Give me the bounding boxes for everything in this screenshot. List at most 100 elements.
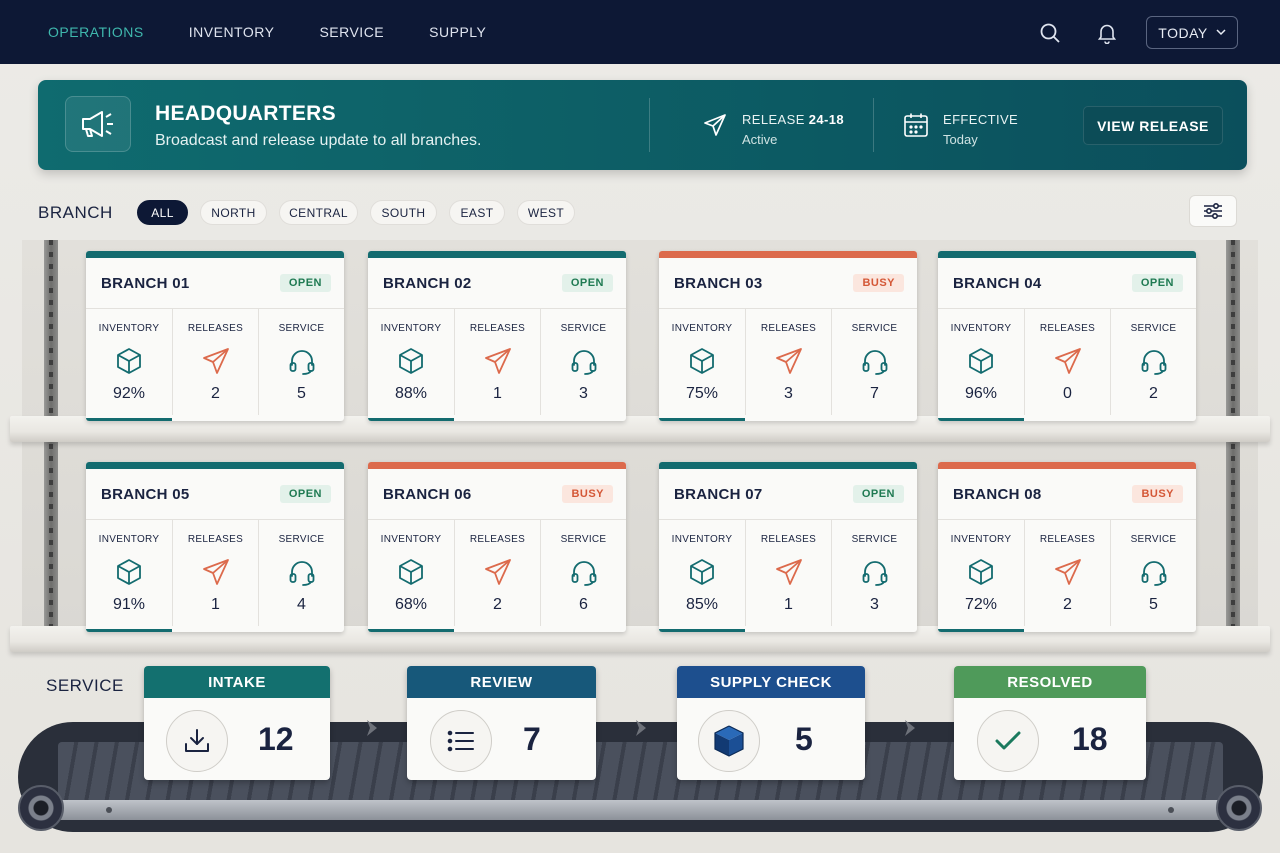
metric-inventory: INVENTORY 92% <box>86 309 172 415</box>
metric-value: 5 <box>1149 596 1158 613</box>
metric-service: SERVICE 3 <box>540 309 626 415</box>
metric-inventory: INVENTORY 96% <box>938 309 1024 415</box>
metric-label: INVENTORY <box>98 534 160 545</box>
metric-label: INVENTORY <box>380 534 442 545</box>
metric-value: 68% <box>394 596 428 613</box>
metric-value: 96% <box>964 385 998 402</box>
inventory-indicator-bar <box>659 629 745 632</box>
metric-releases: RELEASES 1 <box>172 520 258 626</box>
filter-chip-all[interactable]: ALL <box>137 200 188 225</box>
metric-inventory: INVENTORY 68% <box>368 520 454 626</box>
branch-name: BRANCH 03 <box>674 275 763 292</box>
metric-releases: RELEASES 3 <box>745 309 831 415</box>
branch-card[interactable]: BRANCH 03 BUSY INVENTORY 75% RELEASES 3 SERVIC… <box>659 251 917 421</box>
stage-label: REVIEW <box>407 666 596 698</box>
branch-name: BRANCH 05 <box>101 486 190 503</box>
stage-supply-check[interactable]: SUPPLY CHECK 5 <box>677 666 865 780</box>
metric-inventory: INVENTORY 91% <box>86 520 172 626</box>
metric-label: RELEASES <box>187 534 244 545</box>
branch-card[interactable]: BRANCH 07 OPEN INVENTORY 85% RELEASES 1 SERVIC… <box>659 462 917 632</box>
metric-value: 4 <box>297 596 306 613</box>
headset-icon <box>287 557 317 587</box>
filter-chip-central[interactable]: CENTRAL <box>279 200 358 225</box>
nav-tab-inventory[interactable]: INVENTORY <box>189 24 275 40</box>
bell-icon[interactable] <box>1095 21 1119 45</box>
inventory-indicator-bar <box>938 418 1024 421</box>
filter-chip-south[interactable]: SOUTH <box>370 200 437 225</box>
headset-icon <box>860 346 890 376</box>
search-icon[interactable] <box>1038 21 1062 45</box>
branch-name: BRANCH 02 <box>383 275 472 292</box>
send-icon <box>1053 557 1083 587</box>
filter-chip-east[interactable]: EAST <box>449 200 505 225</box>
metric-inventory: INVENTORY 85% <box>659 520 745 626</box>
metric-service: SERVICE 5 <box>1110 520 1196 626</box>
metric-service: SERVICE 5 <box>258 309 344 415</box>
metric-label: RELEASES <box>760 323 817 334</box>
card-status-bar <box>86 251 344 258</box>
branch-card[interactable]: BRANCH 05 OPEN INVENTORY 91% RELEASES 1 SERVIC… <box>86 462 344 632</box>
card-status-bar <box>368 462 626 469</box>
rail-bolt <box>106 807 112 813</box>
top-nav: OPERATIONS INVENTORY SERVICE SUPPLY TODA… <box>0 0 1280 64</box>
stage-resolved[interactable]: RESOLVED 18 <box>954 666 1146 780</box>
nav-tab-operations[interactable]: OPERATIONS <box>48 24 144 40</box>
banner-divider <box>873 98 874 152</box>
nav-tab-service[interactable]: SERVICE <box>319 24 384 40</box>
metric-value: 3 <box>870 596 879 613</box>
metric-releases: RELEASES 0 <box>1024 309 1110 415</box>
nav-tab-supply[interactable]: SUPPLY <box>429 24 486 40</box>
metric-label: RELEASES <box>760 534 817 545</box>
metric-releases: RELEASES 2 <box>1024 520 1110 626</box>
metric-value: 72% <box>964 596 998 613</box>
stage-review[interactable]: REVIEW 7 <box>407 666 596 780</box>
metric-label: SERVICE <box>278 534 325 545</box>
branch-name: BRANCH 08 <box>953 486 1042 503</box>
branch-name: BRANCH 01 <box>101 275 190 292</box>
branch-card[interactable]: BRANCH 04 OPEN INVENTORY 96% RELEASES 0 SERVIC… <box>938 251 1196 421</box>
filter-chip-north[interactable]: NORTH <box>200 200 267 225</box>
service-heading: SERVICE <box>46 676 124 695</box>
metric-service: SERVICE 3 <box>831 520 917 626</box>
branch-card[interactable]: BRANCH 02 OPEN INVENTORY 88% RELEASES 1 SERVIC… <box>368 251 626 421</box>
send-icon <box>704 114 726 136</box>
branch-card[interactable]: BRANCH 06 BUSY INVENTORY 68% RELEASES 2 SERVIC… <box>368 462 626 632</box>
card-status-bar <box>659 462 917 469</box>
box-icon <box>698 710 760 772</box>
inventory-indicator-bar <box>368 629 454 632</box>
metric-label: SERVICE <box>1130 534 1177 545</box>
release-label-row: RELEASE 24-18 <box>742 112 844 127</box>
headset-icon <box>1139 346 1169 376</box>
nav-tabs: OPERATIONS INVENTORY SERVICE SUPPLY <box>48 24 531 40</box>
box-icon <box>687 346 717 376</box>
chevron-right-icon <box>636 720 646 736</box>
headset-icon <box>1139 557 1169 587</box>
stage-count: 12 <box>258 721 294 757</box>
date-range-button[interactable]: TODAY <box>1146 16 1238 49</box>
view-release-button[interactable]: VIEW RELEASE <box>1083 106 1223 145</box>
metric-label: RELEASES <box>469 323 526 334</box>
stage-count: 5 <box>795 721 813 757</box>
card-status-bar <box>938 251 1196 258</box>
headset-icon <box>287 346 317 376</box>
release-info: RELEASE 24-18 Active <box>702 112 844 147</box>
metric-inventory: INVENTORY 72% <box>938 520 1024 626</box>
stage-count: 18 <box>1072 721 1108 757</box>
box-icon <box>396 557 426 587</box>
branch-card[interactable]: BRANCH 08 BUSY INVENTORY 72% RELEASES 2 SERVIC… <box>938 462 1196 632</box>
metric-label: RELEASES <box>187 323 244 334</box>
metric-label: SERVICE <box>1130 323 1177 334</box>
metric-label: SERVICE <box>851 534 898 545</box>
metric-value: 1 <box>784 596 793 613</box>
status-badge: OPEN <box>1131 274 1183 292</box>
filter-chip-west[interactable]: WEST <box>517 200 575 225</box>
metric-value: 7 <box>870 385 879 402</box>
filter-settings-button[interactable] <box>1189 195 1237 227</box>
branch-card[interactable]: BRANCH 01 OPEN INVENTORY 92% RELEASES 2 SERVIC… <box>86 251 344 421</box>
metric-value: 3 <box>579 385 588 402</box>
metric-value: 92% <box>112 385 146 402</box>
metric-value: 2 <box>1063 596 1072 613</box>
banner-subtitle: Broadcast and release update to all bran… <box>155 132 482 149</box>
send-icon <box>1053 346 1083 376</box>
stage-intake[interactable]: INTAKE 12 <box>144 666 330 780</box>
